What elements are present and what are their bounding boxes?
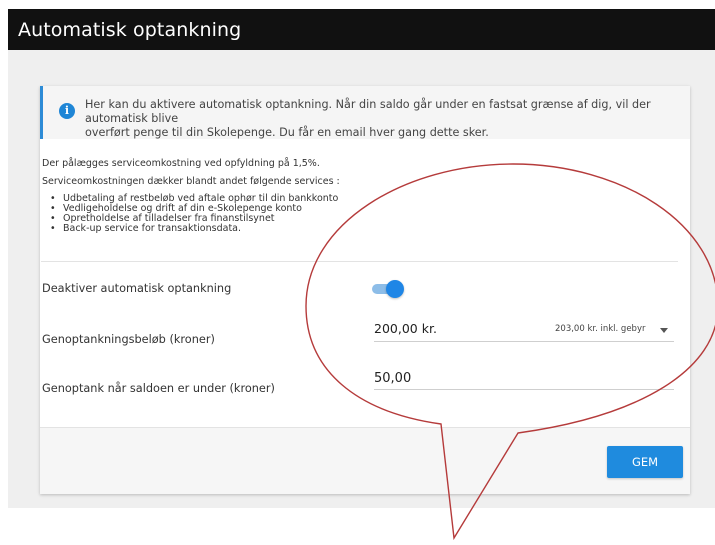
list-item: Back-up service for transaktionsdata. <box>50 224 338 235</box>
chevron-down-icon <box>660 328 668 333</box>
services-intro: Serviceomkostningen dækker blandt andet … <box>42 176 340 187</box>
info-text-line-1: Her kan du aktivere automatisk optanknin… <box>85 98 651 125</box>
title-bar: Automatisk optankning <box>8 9 715 50</box>
auto-topup-toggle-label: Deaktiver automatisk optankning <box>42 282 232 295</box>
topup-amount-label: Genoptankningsbeløb (kroner) <box>42 333 215 346</box>
info-text-line-2: overført penge til din Skolepenge. Du få… <box>85 126 489 139</box>
section-divider <box>41 261 678 262</box>
window-title: Automatisk optankning <box>18 19 242 41</box>
topup-amount-select[interactable]: 200,00 kr. 203,00 kr. inkl. gebyr <box>374 318 674 342</box>
info-icon: i <box>59 103 75 119</box>
auto-topup-toggle[interactable] <box>372 280 404 298</box>
threshold-label: Genoptank når saldoen er under (kroner) <box>42 382 275 395</box>
save-button[interactable]: GEM <box>607 446 683 478</box>
threshold-input[interactable] <box>374 368 674 390</box>
info-text: Her kan du aktivere automatisk optanknin… <box>85 98 685 140</box>
services-list: Udbetaling af restbeløb ved aftale ophør… <box>50 194 338 235</box>
fee-description: Der pålægges serviceomkostning ved opfyl… <box>42 158 320 169</box>
card-footer: GEM <box>40 427 690 494</box>
topup-amount-fee-note: 203,00 kr. inkl. gebyr <box>555 324 646 334</box>
topup-amount-value: 200,00 kr. <box>374 321 437 336</box>
toggle-knob <box>386 280 404 298</box>
info-banner: i Her kan du aktivere automatisk optankn… <box>40 86 690 139</box>
